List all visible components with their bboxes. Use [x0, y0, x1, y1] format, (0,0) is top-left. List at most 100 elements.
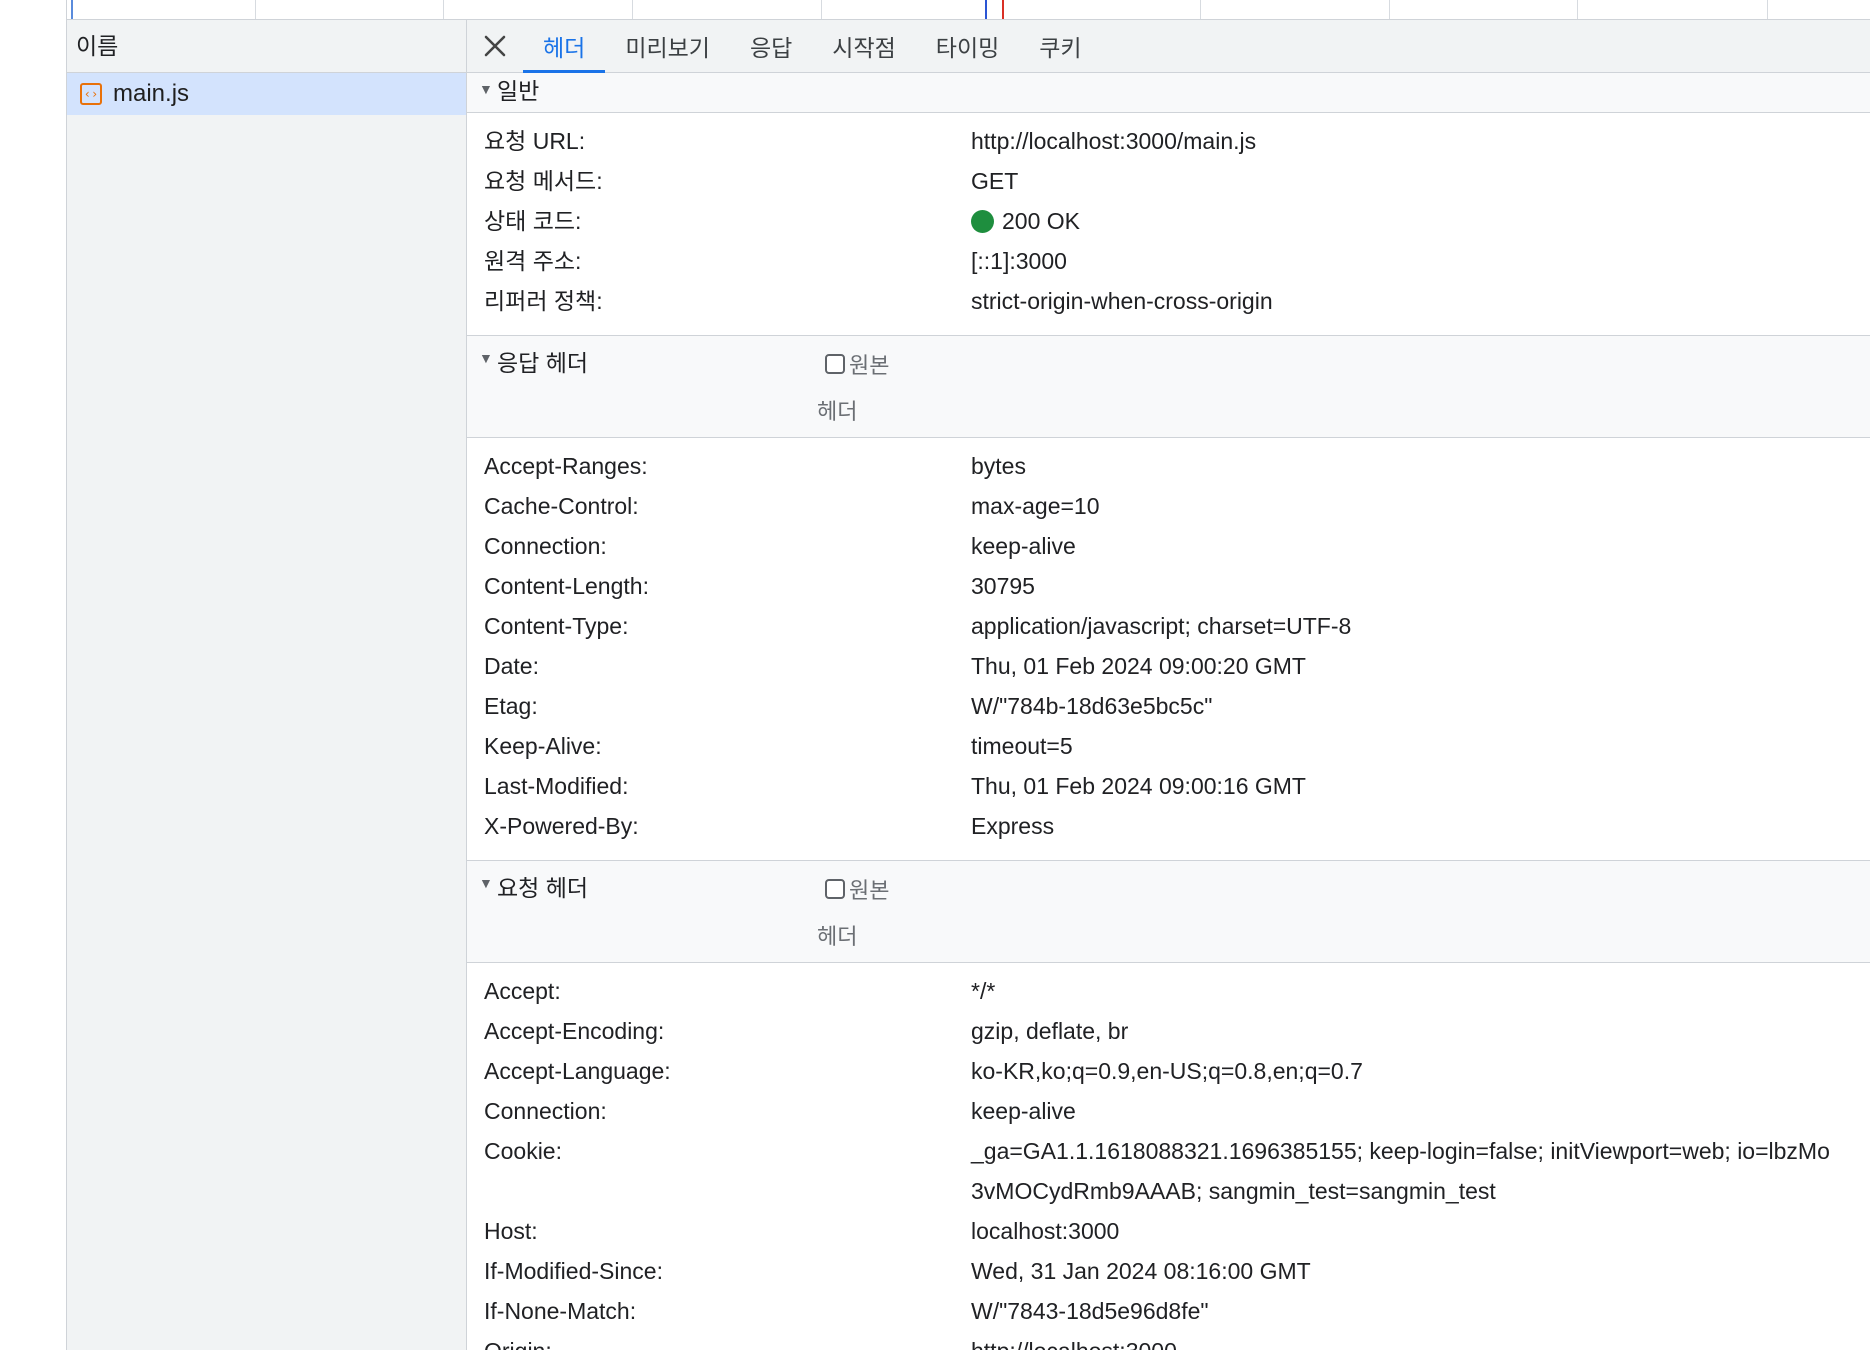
header-value[interactable]: _ga=GA1.1.1618088321.1696385155; keep-lo… [971, 1131, 1870, 1211]
tab-initiator[interactable]: 시작점 [812, 20, 915, 72]
raw-headers-toggle[interactable]: 원본 [825, 873, 889, 905]
header-name: If-Modified-Since: [484, 1258, 663, 1284]
waterfall-timeline [67, 0, 1870, 20]
timeline-gridline [443, 0, 444, 19]
field-value[interactable]: strict-origin-when-cross-origin [971, 281, 1870, 321]
header-name: Cache-Control: [484, 493, 639, 519]
details-tab-bar: 헤더 미리보기 응답 시작점 타이밍 쿠키 [467, 20, 1870, 73]
field-name: 요청 URL: [484, 128, 586, 154]
header-row: Content-Type: application/javascript; cha… [467, 606, 1870, 646]
header-row: If-None-Match: W/"7843-18d5e96d8fe" [467, 1291, 1870, 1331]
tab-cookies[interactable]: 쿠키 [1019, 20, 1101, 72]
timeline-gridline [1389, 0, 1390, 19]
header-name: Keep-Alive: [484, 733, 602, 759]
header-value[interactable]: 30795 [971, 566, 1870, 606]
status-code-text: 200 OK [1002, 208, 1080, 234]
tab-timing[interactable]: 타이밍 [916, 20, 1019, 72]
dom-content-loaded-marker [985, 0, 987, 19]
header-value[interactable]: keep-alive [971, 526, 1870, 566]
name-column-header[interactable]: 이름 [67, 20, 466, 73]
header-row: Host: localhost:3000 [467, 1211, 1870, 1251]
raw-checkbox[interactable] [825, 879, 845, 899]
header-value[interactable]: W/"784b-18d63e5bc5c" [971, 686, 1870, 726]
request-row-main-js[interactable]: ‹› main.js [67, 73, 466, 115]
header-name: Content-Length: [484, 573, 649, 599]
general-row: 요청 메서드: GET [467, 161, 1870, 201]
field-name: 원격 주소: [484, 248, 582, 274]
request-headers-title: 요청 헤더 [497, 875, 589, 901]
header-name: Accept-Ranges: [484, 453, 648, 479]
timeline-gridline [1577, 0, 1578, 19]
header-value[interactable]: Wed, 31 Jan 2024 08:16:00 GMT [971, 1251, 1870, 1291]
close-details-button[interactable] [467, 20, 523, 72]
header-row: Accept: */* [467, 971, 1870, 1011]
tab-response[interactable]: 응답 [730, 20, 812, 72]
raw-label: 원본 [849, 353, 890, 378]
header-value[interactable]: gzip, deflate, br [971, 1011, 1870, 1051]
header-value[interactable]: http://localhost:3000 [971, 1331, 1870, 1350]
header-row: Last-Modified: Thu, 01 Feb 2024 09:00:16 … [467, 766, 1870, 806]
header-name: Connection: [484, 533, 607, 559]
general-row: 리퍼러 정책: strict-origin-when-cross-origin [467, 281, 1870, 321]
general-section-body: 요청 URL: http://localhost:3000/main.js 요청 … [467, 113, 1870, 336]
header-row: Connection: keep-alive [467, 1091, 1870, 1131]
header-row: Date: Thu, 01 Feb 2024 09:00:20 GMT [467, 646, 1870, 686]
status-value[interactable]: 200 OK [971, 201, 1870, 241]
header-row: If-Modified-Since: Wed, 31 Jan 2024 08:16… [467, 1251, 1870, 1291]
field-value[interactable]: GET [971, 161, 1870, 201]
header-row: Origin:http://localhost:3000 [467, 1331, 1870, 1350]
field-name: 리퍼러 정책: [484, 288, 603, 314]
general-section-header[interactable]: ▼ 일반 [467, 73, 1870, 113]
header-value[interactable]: keep-alive [971, 1091, 1870, 1131]
field-value[interactable]: http://localhost:3000/main.js [971, 121, 1870, 161]
collapse-triangle-icon: ▼ [479, 875, 493, 891]
header-value[interactable]: timeout=5 [971, 726, 1870, 766]
collapse-triangle-icon: ▼ [479, 81, 493, 97]
header-row: Connection: keep-alive [467, 526, 1870, 566]
request-list: 이름 ‹› main.js [67, 20, 467, 1350]
header-row: X-Powered-By: Express [467, 806, 1870, 846]
timeline-gridline [632, 0, 633, 19]
header-row: Accept-Ranges: bytes [467, 446, 1870, 486]
raw-label: 원본 [849, 878, 890, 903]
header-name: If-None-Match: [484, 1298, 637, 1324]
header-value[interactable]: */* [971, 971, 1870, 1011]
request-headers-section-header[interactable]: ▼ 요청 헤더 원본 헤더 [467, 861, 1870, 963]
header-value[interactable]: bytes [971, 446, 1870, 486]
raw-sublabel: 헤더 [817, 399, 858, 424]
general-section-title: 일반 [497, 78, 540, 104]
field-value[interactable]: [::1]:3000 [971, 241, 1870, 281]
header-name: Accept: [484, 978, 561, 1004]
header-value[interactable]: application/javascript; charset=UTF-8 [971, 606, 1870, 646]
timeline-gridline [1767, 0, 1768, 19]
header-row: Keep-Alive: timeout=5 [467, 726, 1870, 766]
header-name: Cookie: [484, 1138, 562, 1164]
response-headers-section-header[interactable]: ▼ 응답 헤더 원본 헤더 [467, 336, 1870, 438]
general-row: 원격 주소: [::1]:3000 [467, 241, 1870, 281]
field-name: 상태 코드: [484, 208, 582, 234]
header-value[interactable]: ko-KR,ko;q=0.9,en-US;q=0.8,en;q=0.7 [971, 1051, 1870, 1091]
header-name: Accept-Encoding: [484, 1018, 665, 1044]
header-value[interactable]: Thu, 01 Feb 2024 09:00:16 GMT [971, 766, 1870, 806]
load-marker [1002, 0, 1004, 19]
header-value[interactable]: Thu, 01 Feb 2024 09:00:20 GMT [971, 646, 1870, 686]
header-name: Host: [484, 1218, 538, 1244]
request-file-name: main.js [113, 80, 190, 107]
general-row: 요청 URL: http://localhost:3000/main.js [467, 121, 1870, 161]
header-name: Connection: [484, 1098, 607, 1124]
raw-checkbox[interactable] [825, 354, 845, 374]
field-name: 요청 메서드: [484, 168, 603, 194]
header-name: Last-Modified: [484, 773, 629, 799]
header-value[interactable]: W/"7843-18d5e96d8fe" [971, 1291, 1870, 1331]
header-name: Etag: [484, 693, 538, 719]
general-row: 상태 코드: 200 OK [467, 201, 1870, 241]
tab-preview[interactable]: 미리보기 [605, 20, 730, 72]
raw-headers-toggle[interactable]: 원본 [825, 348, 889, 380]
tab-headers[interactable]: 헤더 [523, 20, 606, 73]
header-value[interactable]: max-age=10 [971, 486, 1870, 526]
status-ok-icon [971, 210, 994, 233]
header-value[interactable]: localhost:3000 [971, 1211, 1870, 1251]
header-value[interactable]: Express [971, 806, 1870, 846]
request-details-pane: 헤더 미리보기 응답 시작점 타이밍 쿠키 ▼ 일반 요청 URL: http:/… [467, 20, 1870, 1350]
raw-sublabel: 헤더 [817, 924, 858, 949]
